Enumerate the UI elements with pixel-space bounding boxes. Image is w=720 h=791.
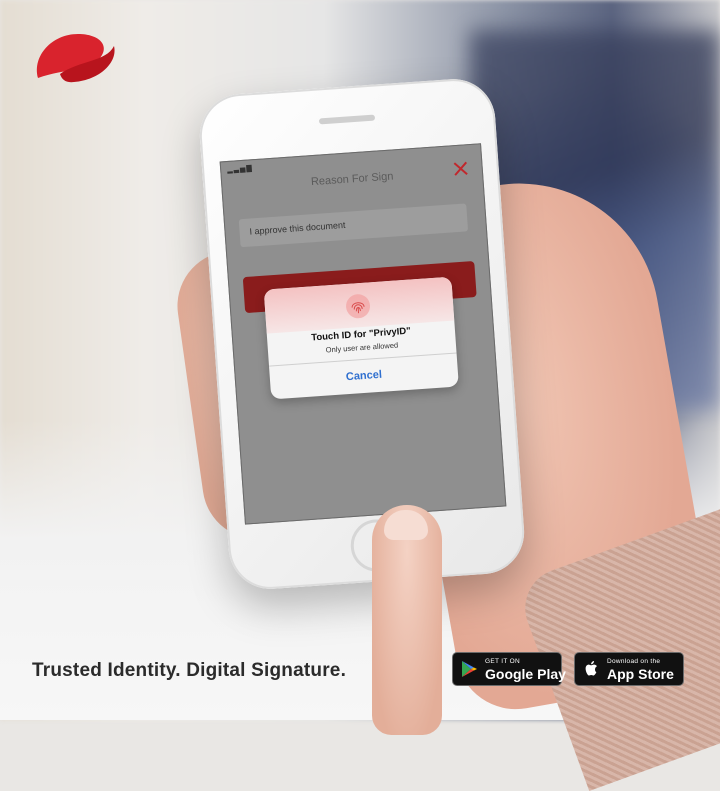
google-play-icon xyxy=(462,661,477,677)
app-store-button[interactable]: Download on the App Store xyxy=(574,652,684,686)
phone-screen: ▂▃▅▇ Reason For Sign I approve this docu… xyxy=(219,143,507,525)
google-play-small: GET IT ON xyxy=(485,658,520,665)
phone-speaker xyxy=(318,114,376,125)
apple-icon xyxy=(585,661,597,676)
signal-icon: ▂▃▅▇ xyxy=(227,165,253,174)
touch-id-dialog: Touch ID for "PrivyID" Only user are all… xyxy=(263,276,459,400)
tagline: Trusted Identity. Digital Signature. xyxy=(32,660,347,681)
close-icon[interactable] xyxy=(451,159,470,178)
reason-value: I approve this document xyxy=(249,219,346,237)
fingerprint-icon xyxy=(346,294,371,319)
app-store-label: App Store xyxy=(607,666,674,682)
smartphone: ▂▃▅▇ Reason For Sign I approve this docu… xyxy=(197,76,527,592)
privyid-logo xyxy=(36,34,115,83)
reason-field[interactable]: I approve this document xyxy=(238,203,469,248)
google-play-label: Google Play xyxy=(485,666,566,682)
google-play-button[interactable]: GET IT ON Google Play xyxy=(452,652,566,686)
app-store-small: Download on the xyxy=(607,658,661,665)
screen-title: Reason For Sign xyxy=(310,170,394,189)
cancel-button[interactable]: Cancel xyxy=(269,356,458,395)
fingernail xyxy=(384,510,428,540)
